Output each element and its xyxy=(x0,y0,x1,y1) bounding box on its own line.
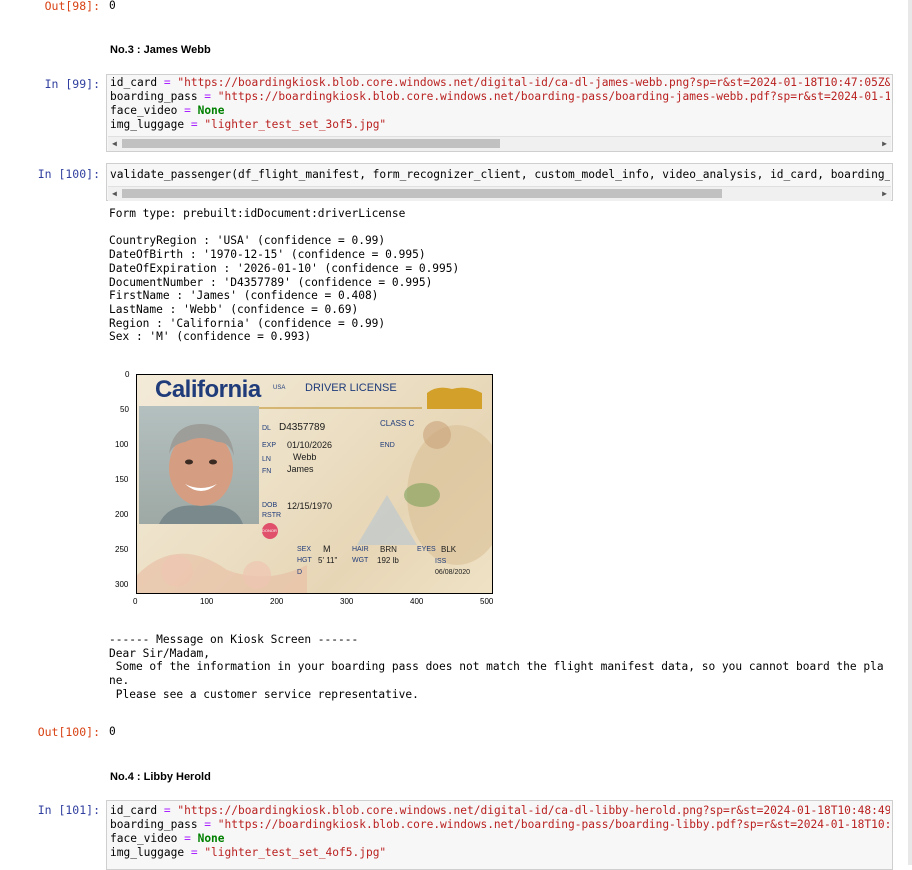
x-tick-label: 100 xyxy=(200,597,214,606)
iss-label: ISS xyxy=(435,558,447,565)
operator: = xyxy=(197,818,218,831)
section-heading: No.3 : James Webb xyxy=(110,44,211,56)
var-name: face_video xyxy=(110,832,178,845)
hgt-value: 5' 11" xyxy=(318,556,338,565)
operator: = xyxy=(177,104,198,117)
operator: = xyxy=(184,118,205,131)
string-literal: "https://boardingkiosk.blob.core.windows… xyxy=(217,818,890,831)
y-tick-label: 250 xyxy=(115,545,129,554)
horizontal-scrollbar[interactable]: ◀ ▶ xyxy=(108,136,891,151)
donor-label: DONOR xyxy=(262,528,277,533)
horizontal-scrollbar[interactable]: ◀ ▶ xyxy=(108,186,891,201)
hair-value: BRN xyxy=(380,545,397,554)
person-face-icon xyxy=(159,424,243,524)
section-heading: No.4 : Libby Herold xyxy=(110,771,211,783)
iss-value: 06/08/2020 xyxy=(435,569,471,576)
y-tick-label: 300 xyxy=(115,580,129,589)
var-name: id_card xyxy=(110,804,158,817)
license-type: DRIVER LICENSE xyxy=(305,382,397,394)
out-prompt-98: Out[98]: xyxy=(44,0,100,13)
scroll-right-icon[interactable]: ▶ xyxy=(882,137,887,151)
ln-label: LN xyxy=(262,456,271,463)
kiosk-message: ------ Message on Kiosk Screen ------ De… xyxy=(109,633,884,701)
scroll-thumb[interactable] xyxy=(122,189,722,198)
page-scrollbar[interactable] xyxy=(908,0,912,865)
exp-value: 01/10/2026 xyxy=(287,440,333,450)
rstr-label: RSTR xyxy=(262,512,282,519)
eyes-label: EYES xyxy=(417,546,436,553)
keyword: None xyxy=(197,104,225,117)
class-label: CLASS C xyxy=(380,419,415,428)
code-cell-100[interactable]: validate_passenger(df_flight_manifest, f… xyxy=(106,163,893,201)
d-label: D xyxy=(297,569,303,576)
string-literal: "https://boardingkiosk.blob.core.windows… xyxy=(177,76,890,89)
y-tick-label: 50 xyxy=(120,405,129,414)
exp-label: EXP xyxy=(262,442,277,449)
y-tick-label: 100 xyxy=(115,440,129,449)
eyes-value: BLK xyxy=(441,545,457,554)
scroll-left-icon[interactable]: ◀ xyxy=(112,187,117,201)
license-photo xyxy=(139,406,259,524)
var-name: boarding_pass xyxy=(110,90,198,103)
x-tick-label: 200 xyxy=(270,597,284,606)
output-value: 0 xyxy=(109,0,116,12)
x-tick-label: 500 xyxy=(480,597,494,606)
wgt-value: 192 lb xyxy=(377,556,399,565)
hair-label: HAIR xyxy=(352,546,369,553)
string-literal: "https://boardingkiosk.blob.core.windows… xyxy=(177,804,890,817)
x-tick-label: 400 xyxy=(410,597,424,606)
var-name: boarding_pass xyxy=(110,818,198,831)
fn-label: FN xyxy=(262,468,272,475)
code-cell-101[interactable]: id_card = "https://boardingkiosk.blob.co… xyxy=(106,800,893,870)
scroll-thumb[interactable] xyxy=(122,139,500,148)
operator: = xyxy=(184,846,205,859)
license-state: California xyxy=(155,376,261,403)
var-name: id_card xyxy=(110,76,158,89)
string-literal: "https://boardingkiosk.blob.core.windows… xyxy=(217,90,890,103)
var-name: img_luggage xyxy=(110,118,185,131)
sex-label: SEX xyxy=(297,546,312,553)
hgt-label: HGT xyxy=(297,557,312,564)
image-axes-frame: California USA DRIVER LICENSE CLASS C DL… xyxy=(136,374,493,594)
license-usa: USA xyxy=(273,385,286,391)
string-literal: "lighter_test_set_3of5.jpg" xyxy=(204,118,387,131)
y-tick-label: 0 xyxy=(125,370,130,379)
dl-label: DL xyxy=(262,425,271,432)
out-prompt-100: Out[100]: xyxy=(37,725,100,739)
dl-value: D4357789 xyxy=(279,422,326,433)
y-tick-label: 200 xyxy=(115,510,129,519)
dob-value: 12/15/1970 xyxy=(287,501,333,511)
output-value: 0 xyxy=(109,725,116,738)
var-name: img_luggage xyxy=(110,846,185,859)
dob-label: DOB xyxy=(262,502,278,509)
cell-output-text: Form type: prebuilt:idDocument:driverLic… xyxy=(109,207,460,344)
string-literal: "lighter_test_set_4of5.jpg" xyxy=(204,846,387,859)
x-tick-label: 0 xyxy=(133,597,138,606)
operator: = xyxy=(157,804,178,817)
code-cell-99[interactable]: id_card = "https://boardingkiosk.blob.co… xyxy=(106,74,893,152)
scroll-left-icon[interactable]: ◀ xyxy=(112,137,117,151)
end-label: END xyxy=(380,442,395,449)
operator: = xyxy=(157,76,178,89)
operator: = xyxy=(197,90,218,103)
in-prompt-101: In [101]: xyxy=(37,803,100,817)
in-prompt-100: In [100]: xyxy=(37,167,100,181)
keyword: None xyxy=(197,832,225,845)
code-line: validate_passenger(df_flight_manifest, f… xyxy=(110,168,890,181)
scroll-right-icon[interactable]: ▶ xyxy=(882,187,887,201)
y-tick-label: 150 xyxy=(115,475,129,484)
wgt-label: WGT xyxy=(352,557,369,564)
license-image-plot: 0 50 100 150 200 250 300 0 100 200 300 4… xyxy=(100,366,500,610)
ln-value: Webb xyxy=(293,452,317,462)
in-prompt-99: In [99]: xyxy=(44,77,100,91)
fn-value: James xyxy=(287,464,314,474)
x-tick-label: 300 xyxy=(340,597,354,606)
var-name: face_video xyxy=(110,104,178,117)
sex-value: M xyxy=(323,544,331,554)
operator: = xyxy=(177,832,198,845)
